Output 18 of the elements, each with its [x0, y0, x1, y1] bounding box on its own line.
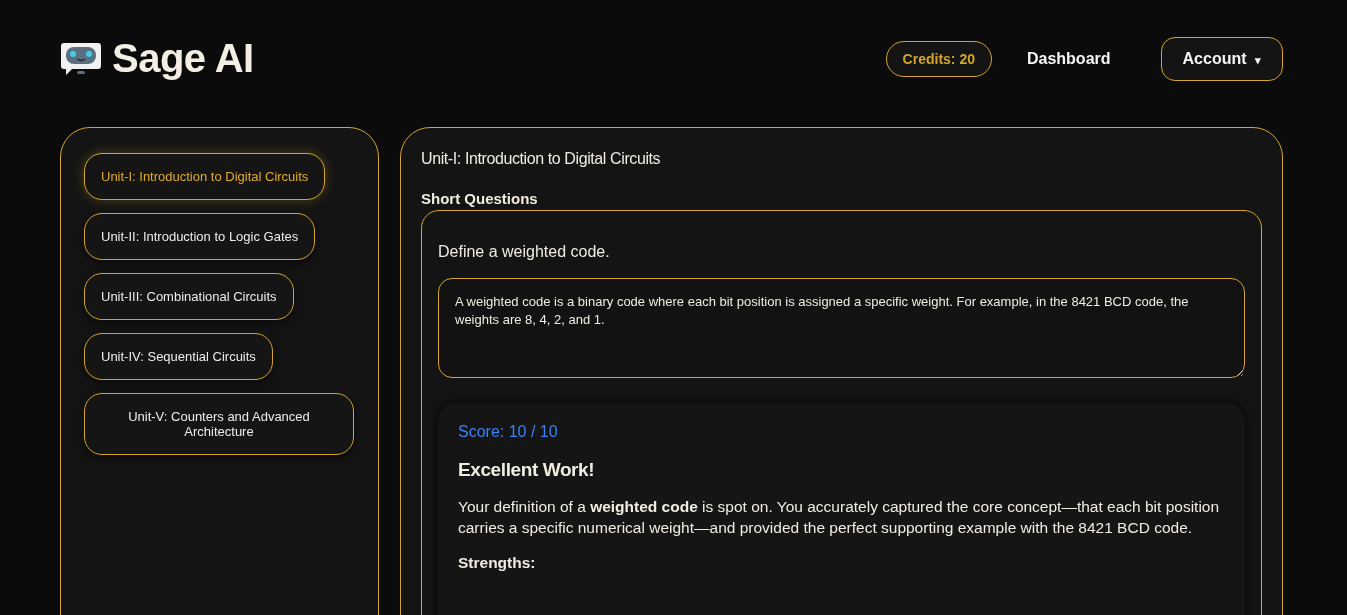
answer-field[interactable]: A weighted code is a binary code where each bit position is assigned a specific weight. For example, in the 8421 BCD code, the weights are 8, 4, 2, and 1. [438, 278, 1245, 378]
feedback-text: Your definition of a weighted code is spot on. You accurately captured the core concept—that each bit position carries a specific numerical weight—and provided the perfect supporting example with the 8421 BCD code. [458, 497, 1221, 538]
account-button[interactable]: Account ▾ [1160, 36, 1283, 81]
unit-button[interactable]: Unit-III: Combinational Circuits [84, 273, 294, 320]
strengths-heading: Strengths: [458, 553, 537, 572]
credits-badge: Credits: 20 [885, 40, 992, 77]
question-text: Define a weighted code. [438, 243, 611, 261]
brand-name: Sage AI [112, 36, 254, 81]
section-title: Short Questions [421, 190, 539, 207]
feedback-heading: Excellent Work! [458, 459, 596, 481]
score-text: Score: 10 / 10 [458, 423, 559, 441]
robot-chat-icon [60, 40, 102, 77]
unit-button[interactable]: Unit-IV: Sequential Circuits [84, 333, 273, 380]
unit-button[interactable]: Unit-V: Counters and Advanced Architecture [84, 393, 354, 455]
dashboard-link[interactable]: Dashboard [1026, 49, 1111, 68]
unit-button[interactable]: Unit-I: Introduction to Digital Circuits [84, 153, 326, 200]
unit-title: Unit-I: Introduction to Digital Circuits [421, 150, 662, 168]
unit-button[interactable]: Unit-II: Introduction to Logic Gates [84, 213, 316, 260]
